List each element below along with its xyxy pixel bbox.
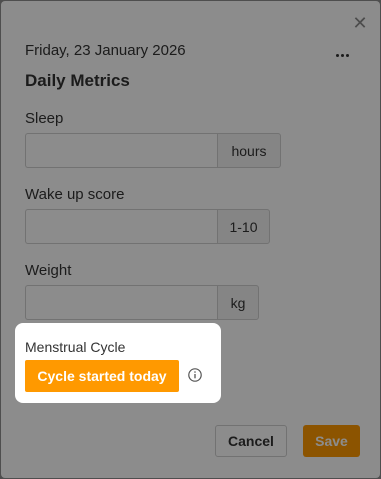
more-dot [340, 53, 344, 57]
wake-up-score-input-group: 1-10 [25, 209, 270, 244]
save-button[interactable]: Save [303, 425, 360, 457]
cycle-started-today-button[interactable]: Cycle started today [25, 360, 179, 392]
close-icon[interactable]: ✕ [352, 14, 368, 32]
sleep-input-group: hours [25, 133, 281, 168]
weight-input-group: kg [25, 285, 259, 320]
wake-up-score-label: Wake up score [25, 186, 125, 203]
section-title: Daily Metrics [25, 71, 130, 90]
wake-up-score-input[interactable] [25, 209, 217, 244]
sleep-label: Sleep [25, 110, 64, 127]
more-dot [335, 53, 339, 57]
menstrual-cycle-card: Menstrual Cycle Cycle started today [15, 323, 221, 403]
more-dot [345, 53, 349, 57]
menstrual-cycle-label: Menstrual Cycle [25, 339, 126, 355]
info-icon[interactable] [188, 368, 202, 382]
weight-label: Weight [25, 262, 72, 279]
daily-metrics-modal: ✕ Friday, 23 January 2026 Daily Metrics … [1, 1, 380, 478]
sleep-unit-addon: hours [217, 133, 281, 168]
sleep-input[interactable] [25, 133, 217, 168]
date-heading: Friday, 23 January 2026 [25, 42, 186, 59]
weight-input[interactable] [25, 285, 217, 320]
weight-unit-addon: kg [217, 285, 259, 320]
cancel-button[interactable]: Cancel [215, 425, 287, 457]
more-options-icon[interactable] [331, 49, 353, 61]
wake-up-score-unit-addon: 1-10 [217, 209, 270, 244]
